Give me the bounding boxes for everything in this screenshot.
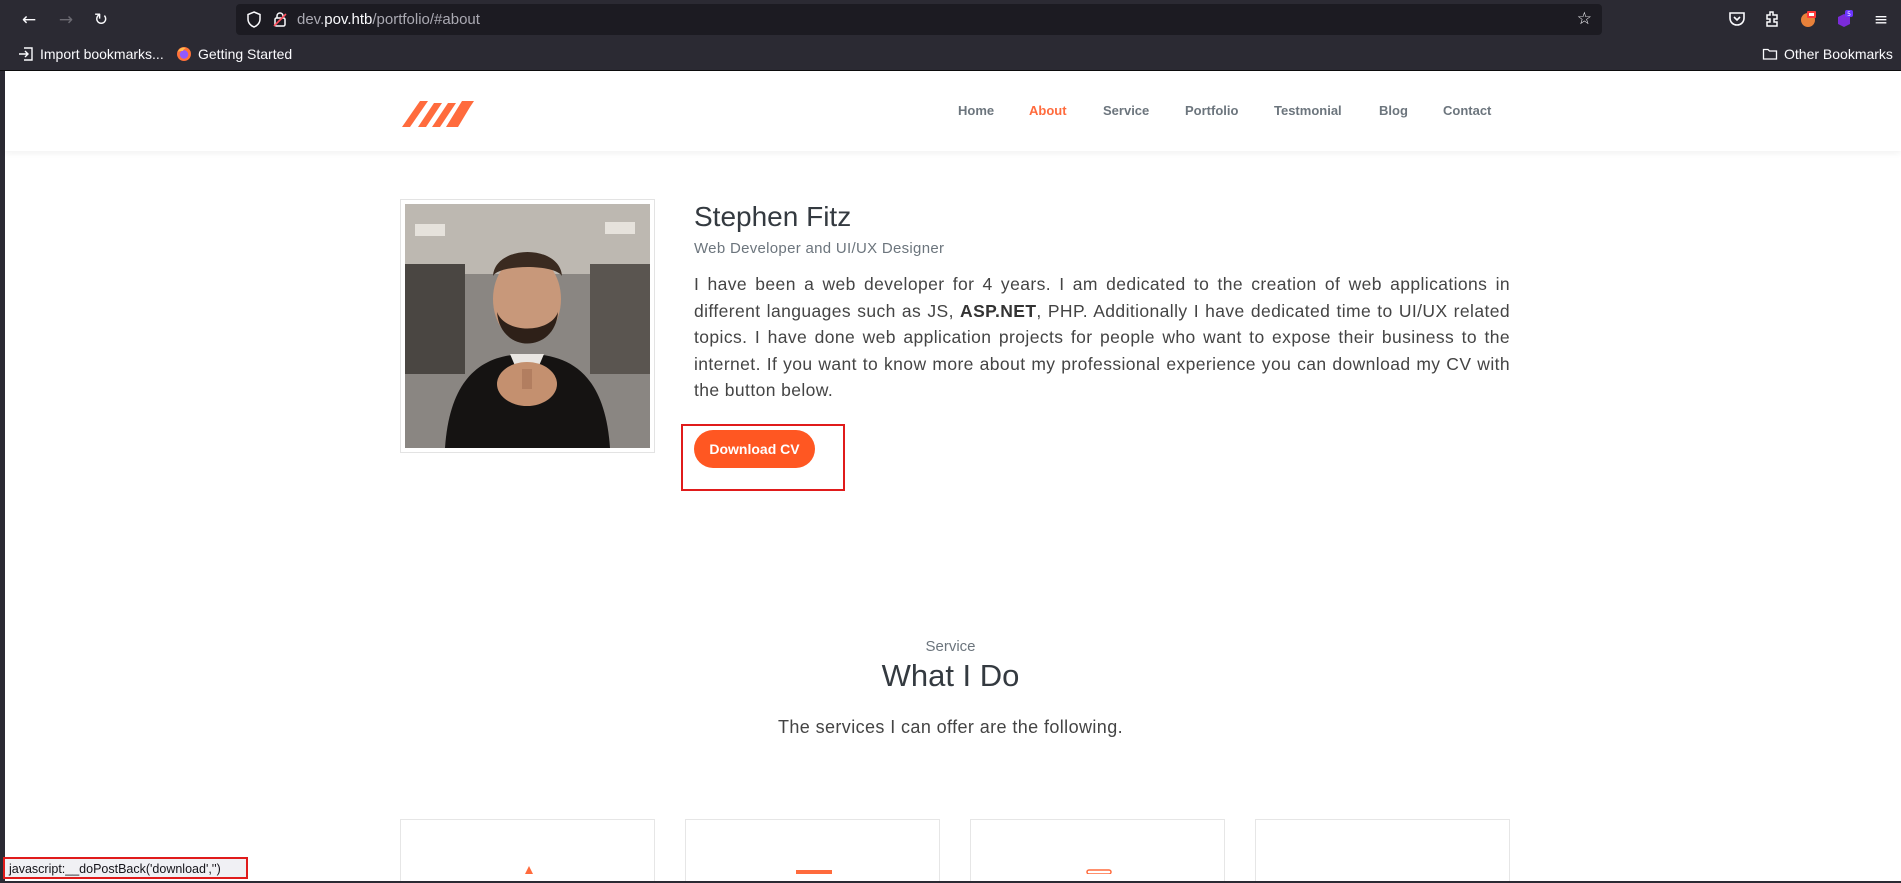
- import-icon: [19, 47, 33, 61]
- bookmark-import-label: Import bookmarks...: [40, 46, 164, 62]
- services-subtitle: The services I can offer are the followi…: [777, 717, 1124, 737]
- bookmark-star-icon[interactable]: ☆: [1577, 9, 1592, 29]
- service-card: [685, 819, 940, 883]
- extension-badge: 5: [1847, 11, 1851, 18]
- menu-testmonial[interactable]: Testmonial: [1274, 103, 1342, 118]
- forward-arrow-icon[interactable]: →: [54, 8, 78, 32]
- service-card: [400, 819, 655, 883]
- container-extension-icon[interactable]: [1798, 9, 1818, 29]
- services-label: Service: [925, 638, 976, 655]
- address-bar[interactable]: dev.pov.htb/portfolio/#about ☆: [236, 4, 1602, 35]
- menu-contact[interactable]: Contact: [1443, 103, 1491, 118]
- download-cv-button[interactable]: Download CV: [694, 430, 815, 468]
- service-icon: [796, 870, 832, 874]
- reload-icon[interactable]: ↻: [89, 8, 113, 32]
- profile-bio: I have been a web developer for 4 years.…: [694, 274, 1510, 400]
- pocket-icon[interactable]: [1727, 9, 1747, 29]
- profile-role: Web Developer and UI/UX Designer: [694, 240, 945, 257]
- url-text[interactable]: dev.pov.htb/portfolio/#about: [297, 11, 480, 28]
- bookmarks-toolbar: Import bookmarks... Getting Started Othe…: [0, 39, 1901, 71]
- tracking-shield-icon[interactable]: [246, 11, 262, 28]
- service-card: [970, 819, 1225, 883]
- menu-about[interactable]: About: [1029, 103, 1067, 118]
- bookmark-import[interactable]: Import bookmarks...: [18, 46, 164, 62]
- lock-warning-icon[interactable]: [272, 11, 288, 28]
- bookmark-other-label: Other Bookmarks: [1784, 46, 1893, 62]
- service-card: [1255, 819, 1510, 883]
- browser-status-bar: javascript:__doPostBack('download',''): [3, 857, 248, 879]
- service-icon: [1086, 869, 1112, 874]
- extensions-icon[interactable]: [1762, 9, 1782, 29]
- profile-name: Stephen Fitz: [694, 201, 852, 232]
- bookmark-getting-started[interactable]: Getting Started: [176, 46, 292, 62]
- site-header: Home About Service Portfolio Testmonial …: [5, 71, 1901, 151]
- menu-hamburger-icon[interactable]: ≡: [1869, 8, 1893, 32]
- menu-service[interactable]: Service: [1103, 103, 1149, 118]
- page-viewport: Home About Service Portfolio Testmonial …: [0, 71, 1901, 883]
- menu-portfolio[interactable]: Portfolio: [1185, 103, 1238, 118]
- service-icon: [525, 866, 533, 874]
- bookmark-other[interactable]: Other Bookmarks: [1762, 46, 1893, 62]
- profile-photo-frame: [400, 199, 655, 453]
- menu-home[interactable]: Home: [958, 103, 994, 118]
- folder-icon: [1762, 48, 1778, 60]
- window-edge: [0, 71, 5, 883]
- site-logo[interactable]: [400, 91, 480, 136]
- hackthebox-extension-icon[interactable]: 5: [1834, 9, 1854, 29]
- menu-blog[interactable]: Blog: [1379, 103, 1408, 118]
- services-title: What I Do: [881, 658, 1020, 693]
- back-arrow-icon[interactable]: ←: [17, 8, 41, 32]
- profile-photo: [405, 204, 650, 448]
- firefox-icon: [177, 47, 191, 61]
- browser-toolbar: ← → ↻ dev.pov.htb/portfolio/#about ☆ 5 ≡: [0, 0, 1901, 39]
- bookmark-getting-started-label: Getting Started: [198, 46, 293, 62]
